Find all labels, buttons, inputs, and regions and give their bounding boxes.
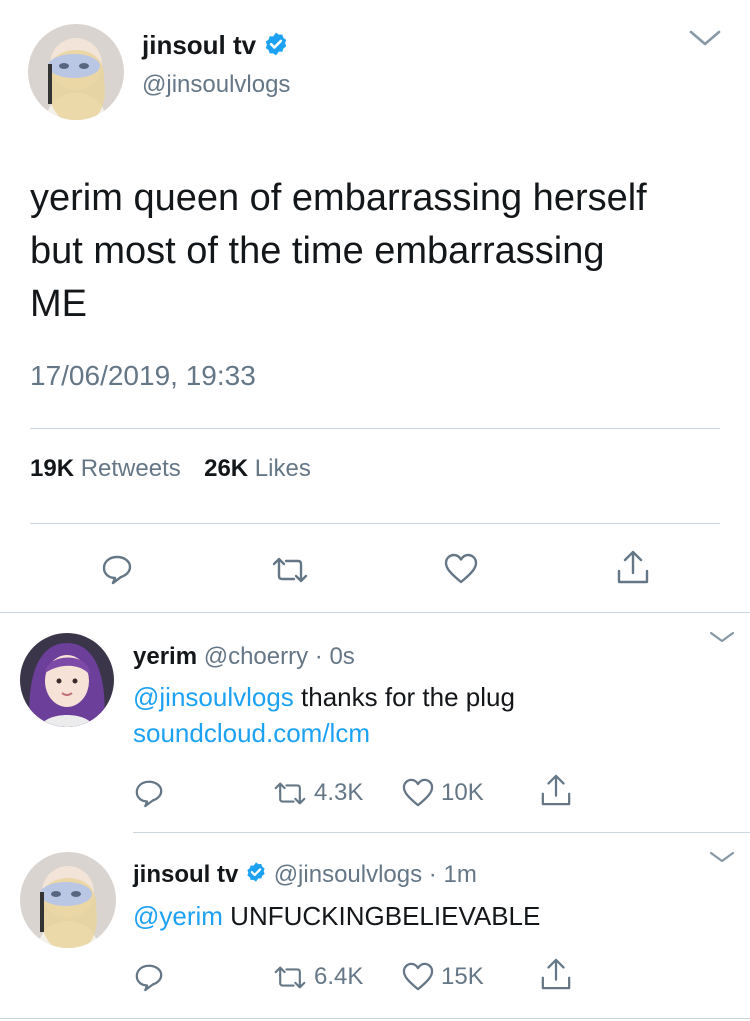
mention-link[interactable]: @jinsoulvlogs	[133, 682, 294, 712]
share-icon[interactable]	[616, 549, 650, 590]
reply-text: @jinsoulvlogs thanks for the plug soundc…	[133, 679, 515, 751]
author-handle[interactable]: @jinsoulvlogs	[142, 71, 290, 99]
reply-author-handle[interactable]: @choerry	[204, 643, 308, 670]
url-link[interactable]: soundcloud.com/lcm	[133, 715, 515, 751]
divider	[30, 428, 720, 429]
chevron-down-icon[interactable]	[708, 850, 736, 869]
divider	[0, 612, 750, 613]
reply-header: jinsoul tv @jinsoulvlogs · 1m	[133, 861, 477, 890]
reply-header: yerim @choerry · 0s	[133, 643, 355, 671]
author-avatar[interactable]	[28, 24, 124, 120]
like-count: 10K	[441, 779, 484, 806]
dot-separator: ·	[428, 861, 437, 888]
share-icon[interactable]	[540, 957, 572, 996]
chevron-down-icon[interactable]	[688, 28, 722, 53]
likes-count[interactable]: 26K	[204, 455, 248, 482]
verified-badge-icon	[263, 31, 289, 64]
divider	[30, 523, 720, 524]
retweets-count[interactable]: 19K	[30, 455, 74, 482]
retweet-count: 6.4K	[314, 963, 364, 990]
reply-time: 1m	[443, 861, 477, 888]
like-count: 15K	[441, 963, 484, 990]
reply-avatar[interactable]	[20, 633, 114, 727]
share-icon[interactable]	[540, 773, 572, 812]
author-name[interactable]: jinsoul tv	[142, 30, 256, 60]
tweet-text-line: yerim queen of embarrassing herself	[30, 177, 647, 219]
reply-body: thanks for the plug	[293, 682, 515, 712]
reply-author-handle[interactable]: @jinsoulvlogs	[274, 861, 422, 888]
reply-author-name[interactable]: jinsoul tv	[133, 861, 238, 888]
chevron-down-icon[interactable]	[708, 630, 736, 649]
retweet-icon[interactable]	[270, 556, 310, 589]
divider	[133, 832, 750, 833]
tweet-text-line: ME	[30, 283, 87, 325]
reply-icon[interactable]	[101, 553, 133, 590]
tweet-text: yerim queen of embarrassing herself but …	[30, 172, 647, 331]
verified-badge-icon	[245, 861, 267, 890]
mention-link[interactable]: @yerim	[133, 901, 223, 931]
reply-text: @yerim UNFUCKINGBELIEVABLE	[133, 898, 540, 934]
engagement-stats: 19K Retweets 26K Likes	[30, 455, 311, 483]
reply-icon[interactable]	[134, 778, 164, 813]
tweet-timestamp: 17/06/2019, 19:33	[30, 360, 256, 391]
retweet-count: 4.3K	[314, 779, 364, 806]
retweet-icon[interactable]	[272, 965, 308, 995]
reply-time: 0s	[329, 643, 355, 670]
tweet-text-line: but most of the time embarrassing	[30, 230, 605, 272]
retweets-label[interactable]: Retweets	[81, 455, 181, 482]
reply-body: UNFUCKINGBELIEVABLE	[222, 901, 541, 931]
retweet-icon[interactable]	[272, 781, 308, 811]
author-name-row: jinsoul tv	[142, 30, 289, 64]
like-icon[interactable]	[444, 553, 478, 590]
divider	[0, 1018, 750, 1019]
reply-icon[interactable]	[134, 962, 164, 997]
reply-author-name[interactable]: yerim	[133, 643, 197, 670]
dot-separator: ·	[314, 643, 323, 670]
reply-avatar[interactable]	[20, 852, 116, 948]
like-icon[interactable]	[402, 778, 434, 813]
likes-label[interactable]: Likes	[255, 455, 311, 482]
like-icon[interactable]	[402, 962, 434, 997]
